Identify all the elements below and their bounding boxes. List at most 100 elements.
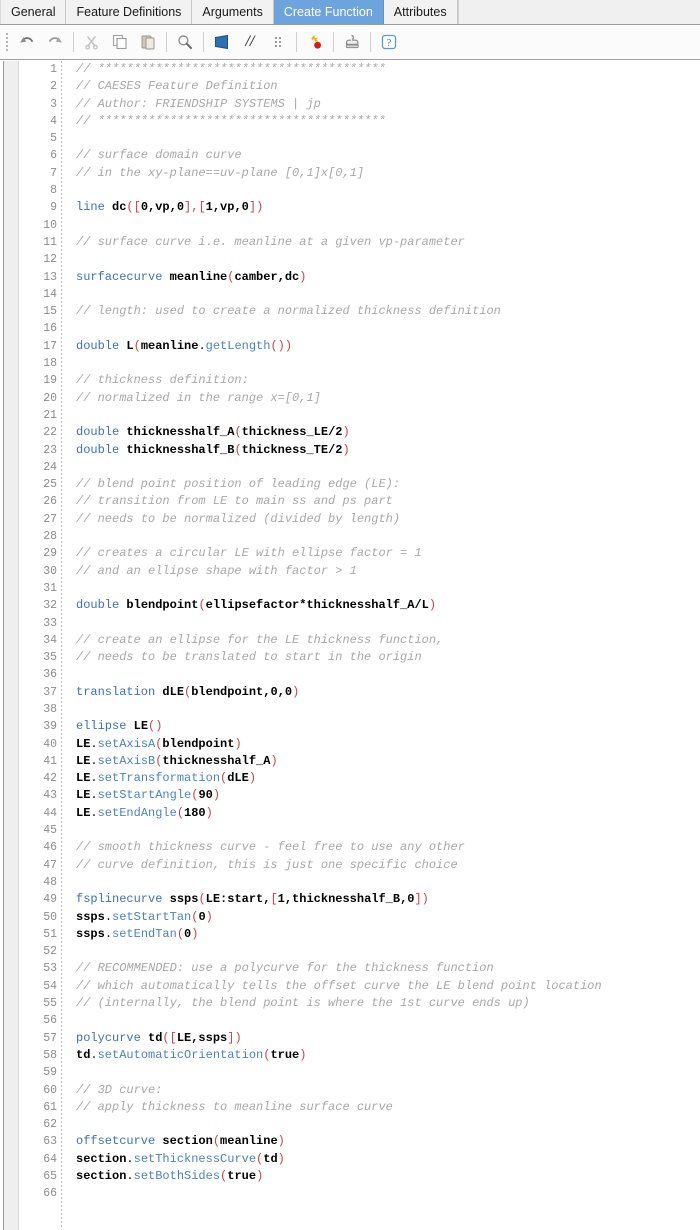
code-token-c: // surface curve i.e. meanline at a give… xyxy=(76,234,465,249)
code-line[interactable]: double thicknesshalf_B(thickness_TE/2) xyxy=(76,442,700,459)
code-line[interactable]: line dc([0,vp,0],[1,vp,0]) xyxy=(76,199,700,216)
code-token-p: ) xyxy=(342,425,350,440)
code-line[interactable] xyxy=(76,701,700,718)
scissors-icon[interactable] xyxy=(78,28,106,56)
code-token-id: true xyxy=(270,1047,300,1062)
code-line[interactable] xyxy=(76,286,700,303)
help-icon[interactable]: ? xyxy=(375,28,403,56)
code-line[interactable] xyxy=(76,822,700,839)
dots-grid-icon[interactable] xyxy=(264,28,292,56)
code-line[interactable] xyxy=(76,528,700,545)
code-line[interactable]: polycurve td([LE,ssps]) xyxy=(76,1030,700,1047)
code-line[interactable] xyxy=(76,251,700,268)
code-line[interactable]: // creates a circular LE with ellipse fa… xyxy=(76,545,700,562)
code-token-id: 1,thicknesshalf_B,0 xyxy=(277,892,415,907)
undo-icon[interactable] xyxy=(13,28,41,56)
code-line[interactable]: ssps.setEndTan(0) xyxy=(76,926,700,943)
code-line[interactable]: // (internally, the blend point is where… xyxy=(76,995,700,1012)
code-line[interactable]: // surface curve i.e. meanline at a give… xyxy=(76,234,700,251)
code-line[interactable]: offsetcurve section(meanline) xyxy=(76,1133,700,1150)
tab-arguments[interactable]: Arguments xyxy=(192,0,274,24)
code-line[interactable]: fsplinecurve ssps(LE:start,[1,thicknessh… xyxy=(76,891,700,908)
copy-icon[interactable] xyxy=(106,28,134,56)
code-line[interactable]: // smooth thickness curve - feel free to… xyxy=(76,839,700,856)
code-line[interactable]: // needs to be normalized (divided by le… xyxy=(76,511,700,528)
code-line[interactable]: double L(meanline.getLength()) xyxy=(76,338,700,355)
code-line[interactable]: translation dLE(blendpoint,0,0) xyxy=(76,684,700,701)
code-line[interactable] xyxy=(76,320,700,337)
tab-create-function[interactable]: Create Function xyxy=(273,0,384,24)
code-line[interactable] xyxy=(76,666,700,683)
line-number: 37 xyxy=(43,685,57,699)
code-token-k: translation xyxy=(76,684,156,699)
code-line[interactable] xyxy=(76,459,700,476)
code-line[interactable]: // Author: FRIENDSHIP SYSTEMS | jp xyxy=(76,96,700,113)
code-line[interactable] xyxy=(76,615,700,632)
star-dot-run-icon[interactable] xyxy=(301,28,329,56)
code-line[interactable]: // and an ellipse shape with factor > 1 xyxy=(76,563,700,580)
code-line[interactable]: LE.setAxisB(thicknesshalf_A) xyxy=(76,753,700,770)
code-line[interactable]: // surface domain curve xyxy=(76,147,700,164)
code-line[interactable]: // apply thickness to meanline surface c… xyxy=(76,1099,700,1116)
code-line[interactable]: // transition from LE to main ss and ps … xyxy=(76,493,700,510)
code-line[interactable]: // which automatically tells the offset … xyxy=(76,978,700,995)
code-line[interactable]: // thickness definition: xyxy=(76,372,700,389)
magnifier-icon[interactable] xyxy=(171,28,199,56)
code-line[interactable] xyxy=(76,1012,700,1029)
code-line[interactable]: // blend point position of leading edge … xyxy=(76,476,700,493)
code-line[interactable]: // *************************************… xyxy=(76,61,700,78)
code-line[interactable] xyxy=(76,943,700,960)
line-number: 2 xyxy=(50,80,57,94)
tab-attributes[interactable]: Attributes xyxy=(383,0,458,24)
toolbar-drag-handle[interactable] xyxy=(2,31,11,53)
code-line[interactable]: ssps.setStartTan(0) xyxy=(76,909,700,926)
code-line[interactable]: double blendpoint(ellipsefactor*thicknes… xyxy=(76,597,700,614)
code-line[interactable]: ellipse LE() xyxy=(76,718,700,735)
code-line[interactable] xyxy=(76,1064,700,1081)
code-token-m: getLength xyxy=(205,338,271,353)
code-line[interactable]: double thicknesshalf_A(thickness_LE/2) xyxy=(76,424,700,441)
code-line[interactable] xyxy=(76,355,700,372)
line-number: 45 xyxy=(43,824,57,838)
code-line[interactable]: // CAESES Feature Definition xyxy=(76,78,700,95)
line-number: 65 xyxy=(43,1170,57,1183)
tab-general[interactable]: General xyxy=(0,0,67,24)
code-line[interactable] xyxy=(76,217,700,234)
code-line[interactable]: // 3D curve: xyxy=(76,1082,700,1099)
code-line[interactable]: LE.setStartAngle(90) xyxy=(76,787,700,804)
code-line[interactable]: // *************************************… xyxy=(76,113,700,130)
code-line[interactable]: LE.setEndAngle(180) xyxy=(76,805,700,822)
code-token-c: // *************************************… xyxy=(76,113,386,128)
code-line[interactable] xyxy=(76,580,700,597)
code-line[interactable]: td.setAutomaticOrientation(true) xyxy=(76,1047,700,1064)
code-line[interactable] xyxy=(76,1185,700,1202)
code-line[interactable]: // length: used to create a normalized t… xyxy=(76,303,700,320)
code-line[interactable]: section.setBothSides(true) xyxy=(76,1168,700,1185)
code-line[interactable]: // normalized in the range x=[0,1] xyxy=(76,390,700,407)
code-line[interactable]: // needs to be translated to start in th… xyxy=(76,649,700,666)
redo-icon[interactable] xyxy=(41,28,69,56)
code-token-m: setBothSides xyxy=(133,1169,221,1183)
code-line[interactable]: // curve definition, this is just one sp… xyxy=(76,857,700,874)
folding-margin[interactable] xyxy=(4,61,19,1230)
tab-feature-definitions[interactable]: Feature Definitions xyxy=(66,0,193,24)
code-line[interactable]: // create an ellipse for the LE thicknes… xyxy=(76,632,700,649)
code-line[interactable]: LE.setAxisA(blendpoint) xyxy=(76,736,700,753)
code-line[interactable] xyxy=(76,1116,700,1133)
code-line[interactable] xyxy=(76,874,700,891)
code-line[interactable]: LE.setTransformation(dLE) xyxy=(76,770,700,787)
code-line[interactable]: // in the xy-plane==uv-plane [0,1]x[0,1] xyxy=(76,165,700,182)
code-line[interactable] xyxy=(76,130,700,147)
comment-icon[interactable]: // xyxy=(236,28,264,56)
code-line[interactable]: // RECOMMENDED: use a polycurve for the … xyxy=(76,960,700,977)
blue-flag-icon[interactable] xyxy=(208,28,236,56)
code-line[interactable]: surfacecurve meanline(camber,dc) xyxy=(76,269,700,286)
code-token-id: meanline xyxy=(169,269,228,284)
code-line[interactable]: section.setThicknessCurve(td) xyxy=(76,1151,700,1168)
stamp-icon[interactable] xyxy=(338,28,366,56)
code-line[interactable] xyxy=(76,407,700,424)
clipboard-icon[interactable] xyxy=(134,28,162,56)
code-text-area[interactable]: // *************************************… xyxy=(62,61,700,1230)
code-editor[interactable]: 1 2 3 4 5 6 7 8 9 10 11 12 13 14 15 16 17 18 19 20 21 22 23 24 2… xyxy=(0,61,700,1230)
code-line[interactable] xyxy=(76,182,700,199)
